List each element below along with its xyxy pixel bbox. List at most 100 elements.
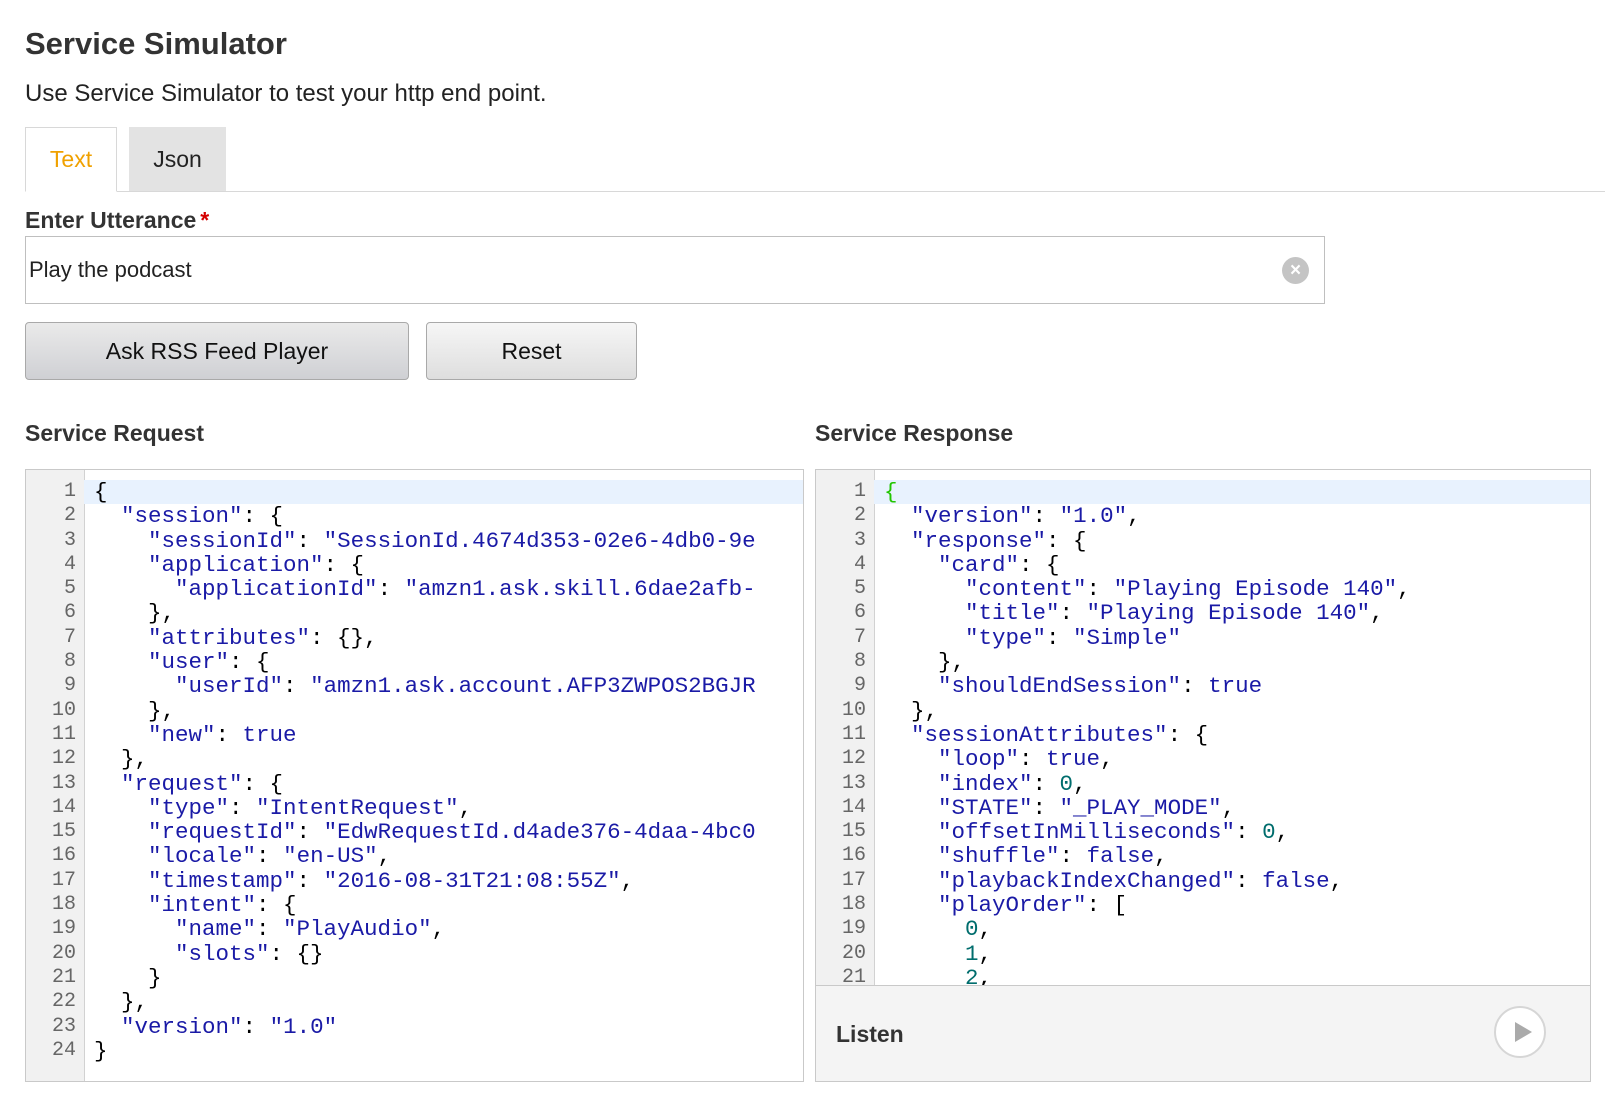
code-token: , — [1275, 819, 1290, 846]
code-token: } — [94, 964, 162, 991]
code-text: }, — [94, 990, 148, 1014]
code-line: 4 "card": { — [816, 553, 1590, 577]
code-token: : — [242, 1013, 270, 1040]
code-text: 2, — [884, 966, 992, 986]
code-token: "playbackIndexChanged" — [938, 867, 1236, 894]
code-token: "EdwRequestId.d4ade376-4daa-4bc0 — [323, 819, 756, 846]
code-line: 10 }, — [26, 699, 803, 723]
code-token: : — [1235, 867, 1263, 894]
code-token: : — [296, 527, 324, 554]
line-number: 10 — [51, 698, 76, 722]
code-text: "STATE": "_PLAY_MODE", — [884, 796, 1235, 820]
code-token: : — [296, 819, 324, 846]
code-line: 16 "locale": "en-US", — [26, 844, 803, 868]
tab-json[interactable]: Json — [129, 127, 226, 191]
line-number: 16 — [841, 844, 866, 868]
code-token: "attributes" — [148, 624, 311, 651]
code-token: : — [1059, 843, 1087, 870]
line-number: 4 — [63, 552, 76, 576]
line-number: 17 — [841, 868, 866, 892]
clear-icon[interactable]: × — [1282, 257, 1309, 284]
code-token: }, — [884, 649, 966, 676]
code-token: "Playing Episode 140" — [1113, 576, 1398, 603]
code-token: "application" — [148, 551, 324, 578]
ask-button[interactable]: Ask RSS Feed Player — [25, 322, 409, 380]
code-text: "version": "1.0", — [884, 504, 1141, 528]
code-token: "locale" — [148, 843, 257, 870]
code-token: "offsetInMilliseconds" — [938, 819, 1236, 846]
code-token: : { — [1046, 527, 1087, 554]
code-line: 15 "offsetInMilliseconds": 0, — [816, 820, 1590, 844]
code-token: "IntentRequest" — [256, 794, 459, 821]
code-token: "1.0" — [1059, 503, 1128, 530]
line-number: 18 — [841, 893, 866, 917]
code-token: } — [94, 1037, 108, 1064]
code-token: "version" — [911, 503, 1033, 530]
line-number: 21 — [51, 965, 76, 989]
code-line: 2 "version": "1.0", — [816, 504, 1590, 528]
code-text: "sessionAttributes": { — [884, 723, 1208, 747]
code-token: "loop" — [938, 746, 1020, 773]
code-token: "type" — [148, 794, 230, 821]
line-number: 15 — [841, 820, 866, 844]
code-text: "playbackIndexChanged": false, — [884, 869, 1343, 893]
code-token: , — [1221, 794, 1236, 821]
code-token: : { — [242, 770, 284, 797]
code-token: : [ — [1086, 892, 1128, 919]
request-editor[interactable]: 1{2 "session": {3 "sessionId": "SessionI… — [25, 469, 804, 1082]
code-token: true — [1208, 673, 1263, 700]
code-line: 17 "playbackIndexChanged": false, — [816, 869, 1590, 893]
line-number: 8 — [853, 650, 866, 674]
line-number: 24 — [51, 1038, 76, 1062]
request-code: 1{2 "session": {3 "sessionId": "SessionI… — [26, 480, 803, 1063]
tab-bar: Text Json — [25, 127, 1605, 192]
code-text: "applicationId": "amzn1.ask.skill.6dae2a… — [94, 577, 756, 601]
utterance-input[interactable] — [29, 237, 1259, 303]
code-line: 14 "type": "IntentRequest", — [26, 796, 803, 820]
reset-button[interactable]: Reset — [426, 322, 637, 380]
code-line: 1{ — [26, 480, 803, 504]
tab-text[interactable]: Text — [25, 127, 117, 192]
play-button[interactable] — [1494, 1006, 1546, 1058]
code-line: 3 "sessionId": "SessionId.4674d353-02e6-… — [26, 527, 803, 554]
code-token: false — [1086, 843, 1155, 870]
code-token: , — [1329, 867, 1344, 894]
line-number: 14 — [841, 795, 866, 819]
code-token: "title" — [965, 600, 1060, 627]
code-token: : — [1235, 819, 1263, 846]
code-line: 11 "sessionAttributes": { — [816, 723, 1590, 747]
code-token: : { — [323, 551, 365, 578]
code-token: , — [978, 916, 993, 943]
code-token: , — [377, 843, 392, 870]
code-token: "2016-08-31T21:08:55Z" — [323, 867, 621, 894]
code-token: "type" — [965, 624, 1047, 651]
code-token: "response" — [911, 527, 1047, 554]
code-text: "timestamp": "2016-08-31T21:08:55Z", — [94, 869, 634, 893]
code-token: "playOrder" — [938, 892, 1087, 919]
code-token: , — [1397, 576, 1411, 603]
code-token: "user" — [148, 649, 230, 676]
code-token: , — [1154, 843, 1168, 870]
code-text: "request": { — [94, 770, 284, 797]
code-text: "slots": {} — [94, 941, 324, 966]
code-text: "shouldEndSession": true — [884, 674, 1262, 698]
code-token: "Playing Episode 140" — [1086, 600, 1371, 627]
listen-bar: Listen — [815, 985, 1591, 1082]
line-number: 19 — [51, 917, 76, 941]
code-token: : { — [1019, 551, 1060, 578]
response-editor[interactable]: 1{2 "version": "1.0", 3 "response": {4 "c… — [815, 469, 1591, 986]
